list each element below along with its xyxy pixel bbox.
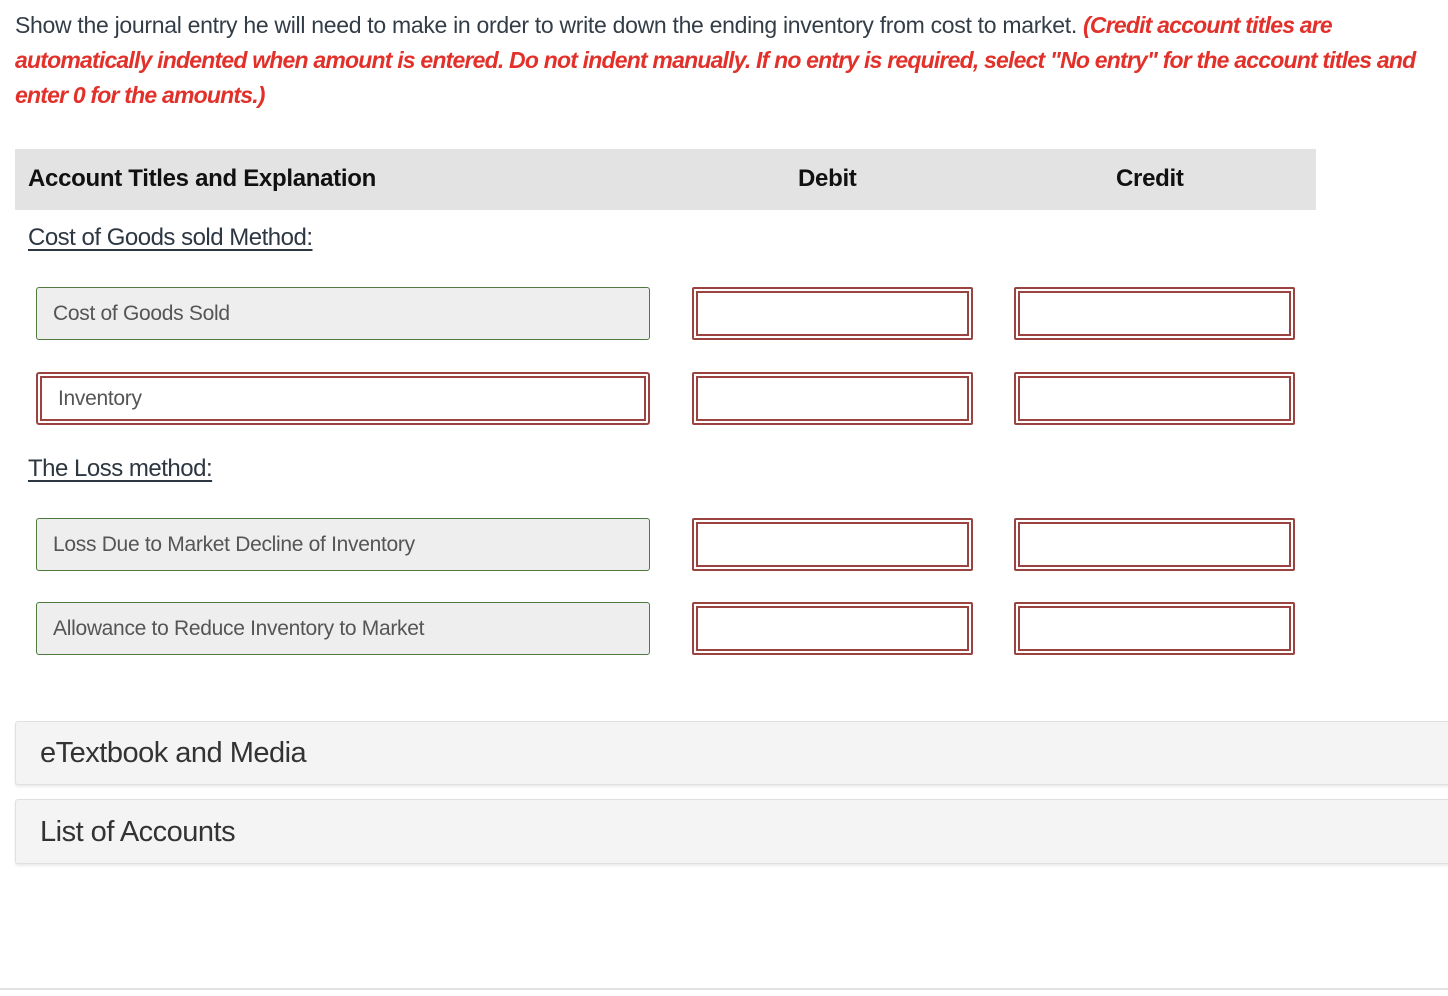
etextbook-media-panel[interactable]: eTextbook and Media: [15, 721, 1448, 785]
credit-amount-input[interactable]: [1014, 518, 1295, 571]
section-title-cogs-method: Cost of Goods sold Method:: [28, 224, 313, 251]
divider: [0, 988, 1448, 990]
debit-amount-input[interactable]: [692, 287, 973, 340]
account-title-input[interactable]: [36, 372, 650, 425]
question-instructions: Show the journal entry he will need to m…: [15, 8, 1445, 113]
journal-table-header: Account Titles and Explanation Debit Cre…: [15, 149, 1316, 210]
account-title-input[interactable]: [36, 518, 650, 571]
debit-amount-input[interactable]: [692, 602, 973, 655]
debit-amount-input[interactable]: [692, 372, 973, 425]
credit-amount-input[interactable]: [1014, 602, 1295, 655]
debit-amount-input[interactable]: [692, 518, 973, 571]
credit-amount-input[interactable]: [1014, 372, 1295, 425]
header-credit: Credit: [1116, 165, 1184, 192]
list-of-accounts-panel[interactable]: List of Accounts: [15, 799, 1448, 864]
list-of-accounts-label: List of Accounts: [40, 816, 236, 848]
instruction-text: Show the journal entry he will need to m…: [15, 12, 1077, 38]
header-account-titles: Account Titles and Explanation: [28, 165, 376, 192]
etextbook-media-label: eTextbook and Media: [40, 737, 307, 769]
account-title-input[interactable]: [36, 287, 650, 340]
header-debit: Debit: [798, 165, 857, 192]
section-title-loss-method: The Loss method:: [28, 455, 213, 482]
account-title-input[interactable]: [36, 602, 650, 655]
credit-amount-input[interactable]: [1014, 287, 1295, 340]
